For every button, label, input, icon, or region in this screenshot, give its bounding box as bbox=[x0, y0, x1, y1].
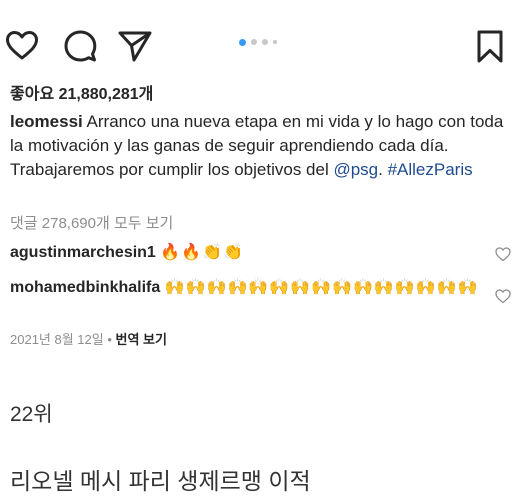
meta-separator: • bbox=[103, 332, 116, 347]
heart-icon[interactable] bbox=[4, 28, 40, 64]
bookmark-icon[interactable] bbox=[472, 28, 508, 64]
likes-count[interactable]: 좋아요 21,880,281개 bbox=[10, 80, 153, 104]
carousel-dot bbox=[262, 39, 268, 45]
translate-link[interactable]: 번역 보기 bbox=[116, 332, 167, 347]
view-all-comments-link[interactable]: 댓글 278,690개 모두 보기 bbox=[10, 212, 173, 233]
article-headline: 리오넬 메시 파리 생제르맹 이적 bbox=[10, 468, 311, 494]
carousel-dot bbox=[273, 40, 277, 44]
comment-item: mohamedbinkhalifa 🙌🙌🙌🙌🙌🙌🙌🙌🙌🙌🙌🙌🙌🙌🙌 bbox=[10, 275, 480, 300]
mention-link[interactable]: @psg bbox=[333, 160, 378, 179]
post-caption: leomessi Arranco una nueva etapa en mi v… bbox=[10, 110, 508, 182]
post-meta: 2021년 8월 12일 • 번역 보기 bbox=[10, 329, 167, 348]
comment-username[interactable]: mohamedbinkhalifa bbox=[10, 279, 160, 296]
carousel-dot-active bbox=[239, 38, 246, 46]
comment-like-icon[interactable] bbox=[494, 287, 512, 305]
carousel-indicator bbox=[239, 38, 277, 46]
comment-username[interactable]: agustinmarchesin1 bbox=[10, 244, 156, 261]
caption-username[interactable]: leomessi bbox=[10, 112, 83, 131]
comment-icon[interactable] bbox=[62, 28, 98, 64]
post-date: 2021년 8월 12일 bbox=[10, 332, 104, 347]
comment-item: agustinmarchesin1 🔥🔥👏👏 bbox=[10, 240, 480, 265]
comment-text: 🙌🙌🙌🙌🙌🙌🙌🙌🙌🙌🙌🙌🙌🙌🙌 bbox=[164, 277, 479, 296]
comment-like-icon[interactable] bbox=[494, 245, 512, 263]
comment-text: 🔥🔥👏👏 bbox=[160, 242, 244, 261]
post-action-bar bbox=[0, 26, 518, 66]
caption-separator: . bbox=[378, 160, 388, 179]
carousel-dot bbox=[251, 39, 257, 45]
rank-label: 22위 bbox=[10, 403, 53, 426]
paper-plane-icon[interactable] bbox=[117, 28, 153, 64]
hashtag-link[interactable]: #AllezParis bbox=[388, 160, 473, 179]
